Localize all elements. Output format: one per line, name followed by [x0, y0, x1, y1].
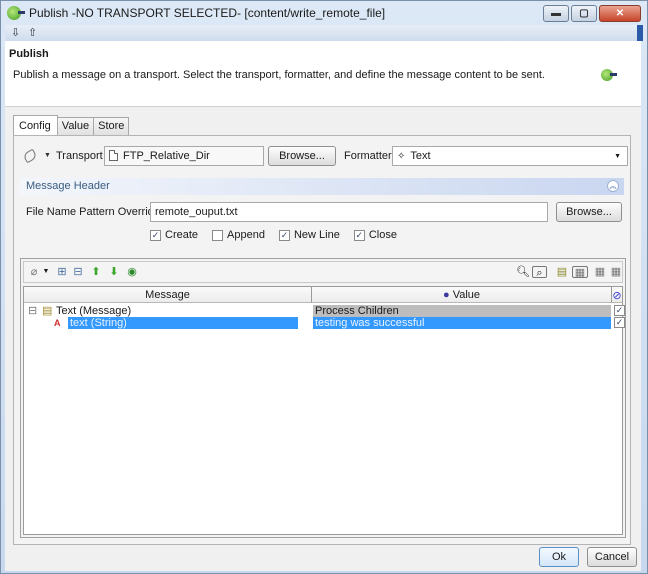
message-cell: Text (Message) [56, 305, 132, 317]
value-icon: ● [442, 289, 450, 301]
tree-collapse-icon[interactable]: ⊟ [26, 305, 37, 317]
append-checkbox[interactable]: Append [212, 229, 265, 241]
tab-store[interactable]: Store [93, 117, 130, 135]
maximize-button[interactable]: ▢ [571, 5, 597, 22]
ok-button[interactable]: Ok [539, 547, 579, 567]
new-line-checkbox[interactable]: ✓ New Line [278, 229, 340, 241]
close-checkbox[interactable]: ✓ Close [353, 229, 397, 241]
wand-icon: ✧ [397, 151, 406, 162]
header-title: Publish [9, 48, 49, 60]
publish-icon [601, 69, 617, 81]
grid-view-icon[interactable]: ▦ [572, 266, 588, 279]
document-icon [109, 150, 118, 161]
transport-plug-icon[interactable] [22, 148, 38, 164]
export-icon[interactable]: ⇧ [28, 27, 39, 39]
new-line-label: New Line [293, 229, 340, 241]
string-type-icon: A [54, 318, 61, 328]
tab-value[interactable]: Value [56, 117, 95, 135]
publish-window: Publish -NO TRANSPORT SELECTED- [content… [0, 0, 648, 574]
toolbar: ⇩ ⇧ [5, 25, 643, 41]
tools-icon[interactable]: ◉ [126, 266, 138, 278]
move-up-icon[interactable]: ⬆ [90, 266, 102, 278]
value-cell[interactable]: testing was successful [313, 317, 611, 329]
collapse-icon[interactable]: ︽ [607, 180, 619, 192]
message-tree-panel: ⌀ ▼ ⊞ ⊟ ⬆ ⬇ ◉ 🔍︎ ⌕ ▤ ▦ ▦ ▦ Message ● Val… [20, 258, 626, 538]
formatter-select[interactable]: ✧ Text ▼ [392, 146, 628, 166]
row-enabled-checkbox[interactable]: ✓ [614, 305, 625, 316]
append-label: Append [227, 229, 265, 241]
publish-app-icon [7, 6, 25, 20]
file-browse-button[interactable]: Browse... [556, 202, 622, 222]
grid-view-3-icon[interactable]: ▦ [610, 266, 622, 278]
import-icon[interactable]: ⇩ [11, 27, 22, 39]
header-description: Publish a message on a transport. Select… [13, 69, 545, 81]
find-icon[interactable]: ⌕ [532, 266, 547, 279]
message-header-label: Message Header [26, 180, 110, 192]
disabled-icon: ⊘ [612, 290, 622, 302]
enabled-column-header[interactable]: ⊘ [612, 287, 623, 303]
transport-browse-button[interactable]: Browse... [268, 146, 336, 166]
create-check-box[interactable]: ✓ [150, 229, 161, 241]
minimize-button[interactable]: ▬ [543, 5, 569, 22]
create-label: Create [165, 229, 199, 241]
plug-menu-arrow-icon[interactable]: ▼ [40, 266, 52, 278]
move-down-icon[interactable]: ⬇ [108, 266, 120, 278]
transport-menu-arrow-icon[interactable]: ▼ [44, 152, 51, 159]
collapse-all-icon[interactable]: ⊟ [72, 266, 84, 278]
append-check-box[interactable] [212, 229, 224, 241]
tab-config[interactable]: Config [13, 115, 58, 135]
tab-bar: Config Value Store [13, 115, 130, 135]
grid-view-2-icon[interactable]: ▦ [594, 266, 606, 278]
message-header-section: Message Header ︽ [20, 178, 624, 195]
transport-field[interactable]: FTP_Relative_Dir [104, 146, 264, 166]
plug-icon[interactable]: ⌀ [28, 266, 40, 278]
new-line-check-box[interactable]: ✓ [278, 229, 290, 241]
close-label: Close [368, 229, 397, 241]
document-view-icon[interactable]: ▤ [556, 266, 568, 278]
cancel-button[interactable]: Cancel [587, 547, 637, 567]
file-options: ✓ Create Append ✓ New Line ✓ Close [150, 229, 397, 241]
chevron-down-icon: ▼ [614, 153, 621, 160]
close-check-box[interactable]: ✓ [353, 229, 365, 241]
search-icon[interactable]: 🔍︎ [516, 266, 530, 278]
config-panel: ▼ Transport FTP_Relative_Dir Browse... F… [13, 135, 631, 545]
title-bar: Publish -NO TRANSPORT SELECTED- [content… [1, 1, 647, 25]
header-panel: Publish Publish a message on a transport… [5, 41, 641, 107]
value-cell[interactable]: Process Children [313, 305, 611, 317]
formatter-value: Text [410, 150, 431, 162]
transport-value: FTP_Relative_Dir [123, 150, 210, 162]
tree-toolbar: ⌀ ▼ ⊞ ⊟ ⬆ ⬇ ◉ 🔍︎ ⌕ ▤ ▦ ▦ ▦ [23, 261, 623, 283]
file-name-label: File Name Pattern Override [26, 206, 160, 218]
message-cell: text (String) [68, 317, 298, 329]
value-column-header[interactable]: ● Value [312, 287, 612, 303]
formatter-label: Formatter [344, 150, 392, 162]
window-title: Publish -NO TRANSPORT SELECTED- [content… [29, 6, 386, 20]
message-icon: ▤ [42, 305, 53, 317]
create-checkbox[interactable]: ✓ Create [150, 229, 198, 241]
value-header-label: Value [452, 289, 481, 301]
close-button[interactable]: ✕ [599, 5, 641, 22]
expand-all-icon[interactable]: ⊞ [56, 266, 68, 278]
message-table: Message ● Value ⊘ ⊟ ▤ Text (Message) Pro… [23, 286, 625, 535]
content-area: Config Value Store ▼ Transport FTP_Relat… [5, 107, 641, 571]
file-name-input[interactable]: remote_ouput.txt [150, 202, 548, 222]
row-enabled-checkbox[interactable]: ✓ [614, 317, 625, 328]
message-column-header[interactable]: Message [24, 287, 312, 303]
transport-label: Transport [56, 150, 103, 162]
